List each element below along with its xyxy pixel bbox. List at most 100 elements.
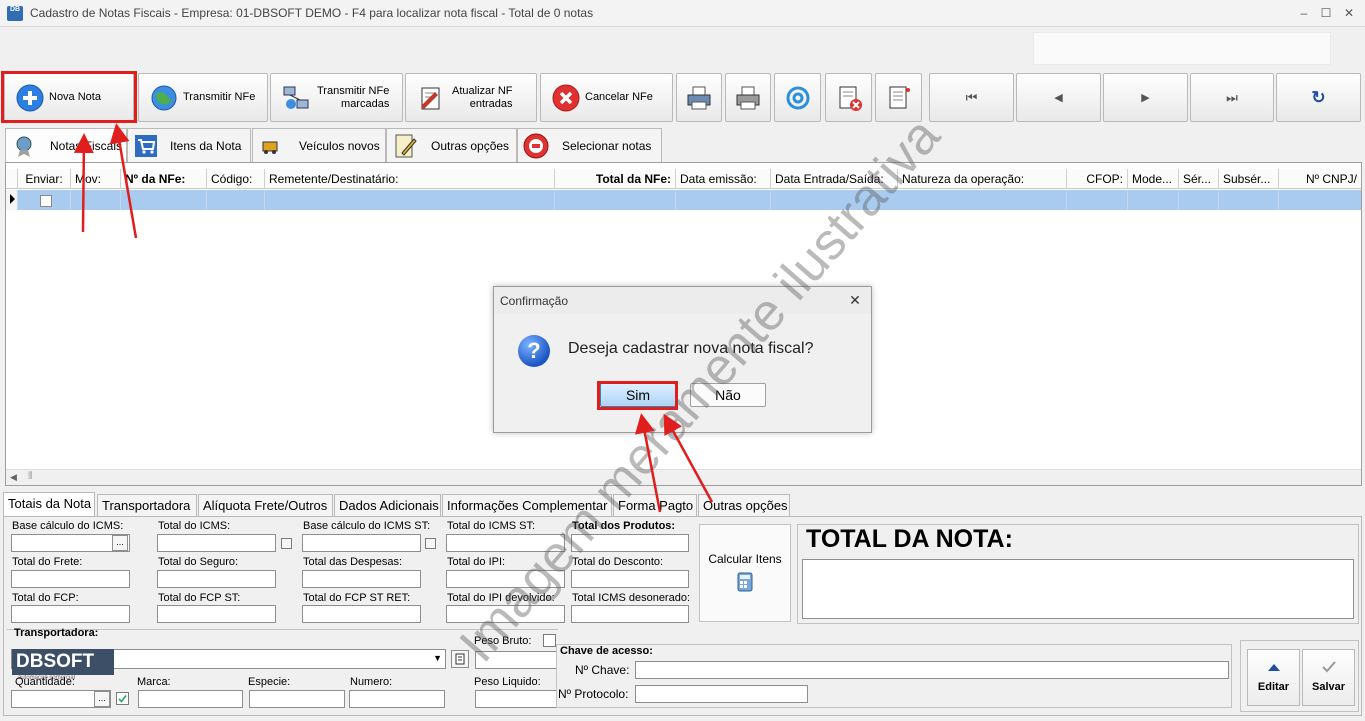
- transmitir-marcadas-button[interactable]: Transmitir NFe marcadas: [270, 73, 403, 122]
- col-enviar[interactable]: Enviar:: [18, 169, 71, 189]
- salvar-button[interactable]: Salvar: [1302, 649, 1355, 706]
- base-icms-ellipsis-button[interactable]: ...: [112, 535, 128, 551]
- scroll-left-icon[interactable]: ◀: [10, 472, 17, 483]
- total-fcp-field[interactable]: [11, 605, 130, 623]
- cancelar-nfe-button[interactable]: Cancelar NFe: [540, 73, 673, 122]
- tab-outras-opcoes[interactable]: Outras opções: [386, 128, 517, 162]
- table-row[interactable]: [6, 190, 1361, 210]
- nav-next-button[interactable]: ▶: [1103, 73, 1188, 122]
- col-modelo[interactable]: Mode...: [1128, 169, 1179, 189]
- tab-informacoes-complementar[interactable]: Informações Complementar: [442, 494, 612, 516]
- base-icms-st-check[interactable]: [425, 538, 436, 549]
- dialog-title-bar: Confirmação ✕: [494, 287, 871, 314]
- peso-bruto-check[interactable]: [543, 634, 556, 647]
- total-fcp-st-field[interactable]: [157, 605, 276, 623]
- quantidade-checkbox[interactable]: [116, 692, 129, 705]
- total-ipi-field[interactable]: [446, 570, 565, 588]
- row-pointer-icon: [10, 194, 15, 204]
- col-subserie[interactable]: Subsér...: [1219, 169, 1279, 189]
- total-seguro-field[interactable]: [157, 570, 276, 588]
- cell-modelo: [1128, 190, 1179, 210]
- total-icms-field[interactable]: [157, 534, 276, 552]
- email-button[interactable]: [774, 73, 821, 122]
- vehicle-icon: [257, 132, 285, 160]
- peso-liquido-field[interactable]: [475, 690, 557, 708]
- col-total-nfe[interactable]: Total da NFe:: [555, 169, 676, 189]
- transportadora-lookup-button[interactable]: [451, 650, 469, 668]
- peso-bruto-field[interactable]: [475, 651, 557, 669]
- chevron-down-icon[interactable]: ▼: [433, 653, 442, 663]
- total-fcp-st-ret-field[interactable]: [302, 605, 421, 623]
- no-chave-field[interactable]: [635, 661, 1229, 679]
- col-cnpj[interactable]: Nº CNPJ/: [1279, 169, 1361, 189]
- close-window-button[interactable]: ✕: [1341, 5, 1357, 21]
- transmitir-nfe-button[interactable]: Transmitir NFe: [138, 73, 268, 122]
- refresh-button[interactable]: ↻: [1276, 73, 1361, 122]
- col-mov[interactable]: Mov:: [71, 169, 121, 189]
- tab-notas-fiscais[interactable]: Notas Fiscais: [5, 128, 127, 163]
- col-data-entrada-saida[interactable]: Data Entrada/Saída:: [771, 169, 898, 189]
- tab-transportadora[interactable]: Transportadora: [97, 494, 197, 516]
- minimize-button[interactable]: ‒: [1296, 5, 1312, 21]
- quantidade-ellipsis-button[interactable]: ...: [94, 691, 110, 707]
- tab-dados-adicionais[interactable]: Dados Adicionais: [334, 494, 441, 516]
- calculator-icon: [737, 572, 753, 592]
- print-preview-button[interactable]: [725, 73, 771, 122]
- app-icon: DB: [7, 6, 23, 21]
- col-data-emissao[interactable]: Data emissão:: [676, 169, 771, 189]
- scroll-thumb[interactable]: ⦀: [28, 471, 32, 482]
- nav-prev-button[interactable]: ◀: [1016, 73, 1101, 122]
- total-da-nota-group: TOTAL DA NOTA:: [797, 524, 1359, 624]
- total-ipi-devolvido-field[interactable]: [446, 605, 565, 623]
- dialog-title: Confirmação: [500, 294, 569, 308]
- tab-selecionar-notas[interactable]: Selecionar notas: [517, 128, 662, 162]
- tab-selecionar-label: Selecionar notas: [562, 138, 652, 153]
- printer-icon: [684, 83, 714, 113]
- especie-field[interactable]: [249, 690, 345, 708]
- base-icms-st-field[interactable]: [302, 534, 421, 552]
- calcular-itens-button[interactable]: Calcular Itens: [699, 524, 791, 622]
- horizontal-scrollbar[interactable]: ◀ ⦀: [6, 469, 1361, 485]
- total-icms-desonerado-field[interactable]: [571, 605, 689, 623]
- total-icms-st-field[interactable]: [446, 534, 565, 552]
- col-cfop[interactable]: CFOP:: [1067, 169, 1128, 189]
- total-produtos-field[interactable]: [571, 534, 689, 552]
- nav-first-button[interactable]: ⏮: [929, 73, 1014, 122]
- label-peso-liquido: Peso Liquido:: [474, 676, 541, 688]
- marca-field[interactable]: [138, 690, 243, 708]
- nav-last-button[interactable]: ⏭: [1190, 73, 1274, 122]
- total-desconto-field[interactable]: [571, 570, 689, 588]
- tab-totais-da-nota[interactable]: Totais da Nota: [3, 492, 95, 516]
- label-total-fcp-st-ret: Total do FCP ST RET:: [303, 592, 411, 604]
- enviar-checkbox[interactable]: [40, 195, 52, 207]
- label-total-frete: Total do Frete:: [12, 556, 83, 568]
- numero-field[interactable]: [349, 690, 445, 708]
- no-button[interactable]: Não: [690, 383, 766, 407]
- document-icon: [455, 653, 465, 665]
- transmitir-nfe-label: Transmitir NFe: [183, 91, 256, 103]
- xml-edit-button[interactable]: [875, 73, 922, 122]
- no-protocolo-field[interactable]: [635, 685, 808, 703]
- col-numero-nfe[interactable]: Nº da NFe:: [121, 169, 207, 189]
- col-serie[interactable]: Sér...: [1179, 169, 1219, 189]
- col-codigo[interactable]: Código:: [207, 169, 265, 189]
- editar-button[interactable]: Editar: [1247, 649, 1300, 706]
- label-especie: Especie:: [248, 676, 291, 688]
- total-icms-check[interactable]: [281, 538, 292, 549]
- print-button[interactable]: [676, 73, 722, 122]
- total-frete-field[interactable]: [11, 570, 130, 588]
- xml-delete-button[interactable]: [825, 73, 872, 122]
- col-natureza-operacao[interactable]: Natureza da operação:: [898, 169, 1067, 189]
- total-despesas-field[interactable]: [302, 570, 421, 588]
- tab-aliquota-frete[interactable]: Alíquota Frete/Outros: [198, 494, 333, 516]
- total-da-nota-field[interactable]: [802, 559, 1354, 619]
- tab-itens-da-nota[interactable]: Itens da Nota: [127, 128, 251, 162]
- tab-veiculos-novos[interactable]: Veículos novos: [252, 128, 386, 162]
- header-info-box: [1033, 32, 1331, 65]
- maximize-button[interactable]: ☐: [1318, 5, 1334, 21]
- atualizar-nf-entradas-button[interactable]: Atualizar NF entradas: [405, 73, 537, 122]
- tab-forma-pagto[interactable]: Forma Pagto: [613, 494, 697, 516]
- tab-outras-opcoes-lower[interactable]: Outras opções: [698, 494, 790, 516]
- col-remetente[interactable]: Remetente/Destinatário:: [265, 169, 555, 189]
- dialog-close-icon[interactable]: ✕: [846, 291, 864, 309]
